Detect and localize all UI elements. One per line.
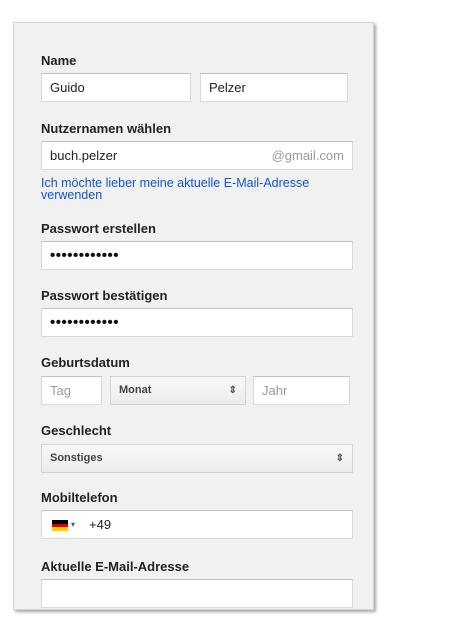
password-label: Passwort erstellen (41, 221, 156, 236)
password-confirm-masked-value: •••••••••••• (50, 314, 120, 331)
updown-arrows-icon: ⇕ (228, 385, 237, 396)
mobile-label: Mobiltelefon (41, 490, 118, 505)
gmail-suffix: @gmail.com (271, 148, 344, 163)
birthday-day-input[interactable]: Tag (41, 376, 102, 405)
password-masked-value: •••••••••••• (50, 247, 120, 264)
gender-select[interactable]: Sonstiges ⇕ (41, 444, 353, 473)
username-label: Nutzernamen wählen (41, 121, 172, 136)
birthday-year-input[interactable]: Jahr (253, 376, 350, 405)
password-input[interactable]: •••••••••••• (41, 241, 353, 270)
name-label: Name (41, 53, 77, 68)
signup-form: Name Guido Pelzer Nutzernamen wählen buc… (13, 22, 374, 610)
last-name-value: Pelzer (209, 80, 246, 95)
birthday-label: Geburtsdatum (41, 355, 130, 370)
germany-flag-icon[interactable] (52, 520, 68, 531)
password-confirm-input[interactable]: •••••••••••• (41, 308, 353, 337)
current-email-label: Aktuelle E-Mail-Adresse (41, 559, 190, 574)
day-placeholder: Tag (50, 383, 71, 398)
month-value: Monat (119, 384, 152, 396)
gender-value: Sonstiges (50, 452, 103, 464)
username-value: buch.pelzer (50, 148, 118, 163)
gender-label: Geschlecht (41, 423, 112, 438)
year-placeholder: Jahr (262, 383, 288, 398)
mobile-input[interactable]: ▾ +49 (41, 510, 353, 539)
use-current-email-link[interactable]: Ich möchte lieber meine aktuelle E-Mail-… (41, 177, 341, 202)
updown-arrows-icon: ⇕ (335, 453, 344, 464)
birthday-month-select[interactable]: Monat ⇕ (110, 376, 246, 405)
username-input[interactable]: buch.pelzer @gmail.com (41, 141, 353, 170)
password-confirm-label: Passwort bestätigen (41, 288, 168, 303)
last-name-input[interactable]: Pelzer (200, 73, 348, 102)
current-email-input[interactable] (41, 579, 353, 608)
first-name-value: Guido (50, 80, 85, 95)
mobile-value: +49 (89, 517, 112, 532)
country-dropdown-caret-icon[interactable]: ▾ (71, 511, 75, 539)
first-name-input[interactable]: Guido (41, 73, 191, 102)
